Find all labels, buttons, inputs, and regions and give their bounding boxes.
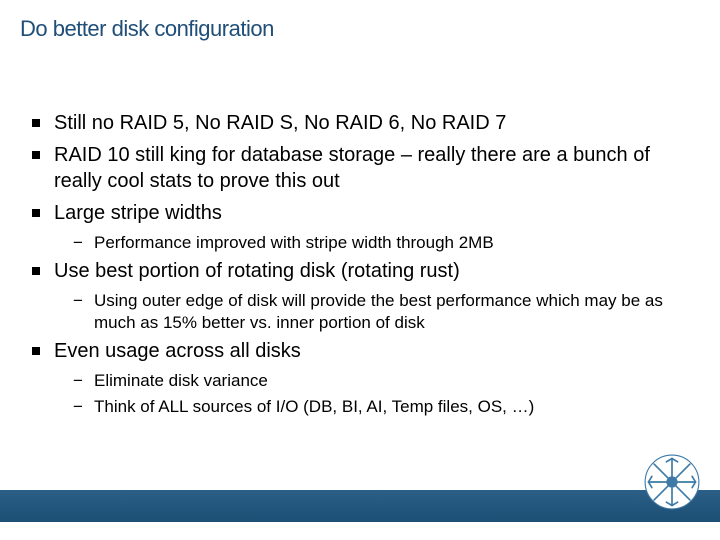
square-bullet-icon [32,209,40,217]
bullet-text: Large stripe widths [54,200,688,226]
sub-bullet-text: Eliminate disk variance [94,370,688,392]
bullet-text: RAID 10 still king for database storage … [54,142,688,194]
dash-icon: − [70,232,86,254]
sub-bullet-item: − Eliminate disk variance [70,370,688,392]
slide: Do better disk configuration Still no RA… [0,0,720,540]
sub-bullet-text: Using outer edge of disk will provide th… [94,290,688,334]
sub-bullet-text: Think of ALL sources of I/O (DB, BI, AI,… [94,396,688,418]
bullet-item: Still no RAID 5, No RAID S, No RAID 6, N… [32,110,688,136]
sub-bullet-item: − Using outer edge of disk will provide … [70,290,688,334]
square-bullet-icon [32,267,40,275]
slide-title: Do better disk configuration [20,16,274,42]
dash-icon: − [70,290,86,312]
square-bullet-icon [32,119,40,127]
bullet-item: Even usage across all disks [32,338,688,364]
dash-icon: − [70,370,86,392]
footer-bar [0,490,720,522]
bullet-text: Use best portion of rotating disk (rotat… [54,258,688,284]
sub-bullet-text: Performance improved with stripe width t… [94,232,688,254]
bullet-item: Use best portion of rotating disk (rotat… [32,258,688,284]
sub-bullet-item: − Performance improved with stripe width… [70,232,688,254]
square-bullet-icon [32,151,40,159]
square-bullet-icon [32,347,40,355]
sub-bullet-item: − Think of ALL sources of I/O (DB, BI, A… [70,396,688,418]
dash-icon: − [70,396,86,418]
slide-content: Still no RAID 5, No RAID S, No RAID 6, N… [32,110,688,422]
bullet-text: Still no RAID 5, No RAID S, No RAID 6, N… [54,110,688,136]
bullet-item: Large stripe widths [32,200,688,226]
bullet-item: RAID 10 still king for database storage … [32,142,688,194]
snowflake-logo-icon [644,454,700,510]
bullet-text: Even usage across all disks [54,338,688,364]
